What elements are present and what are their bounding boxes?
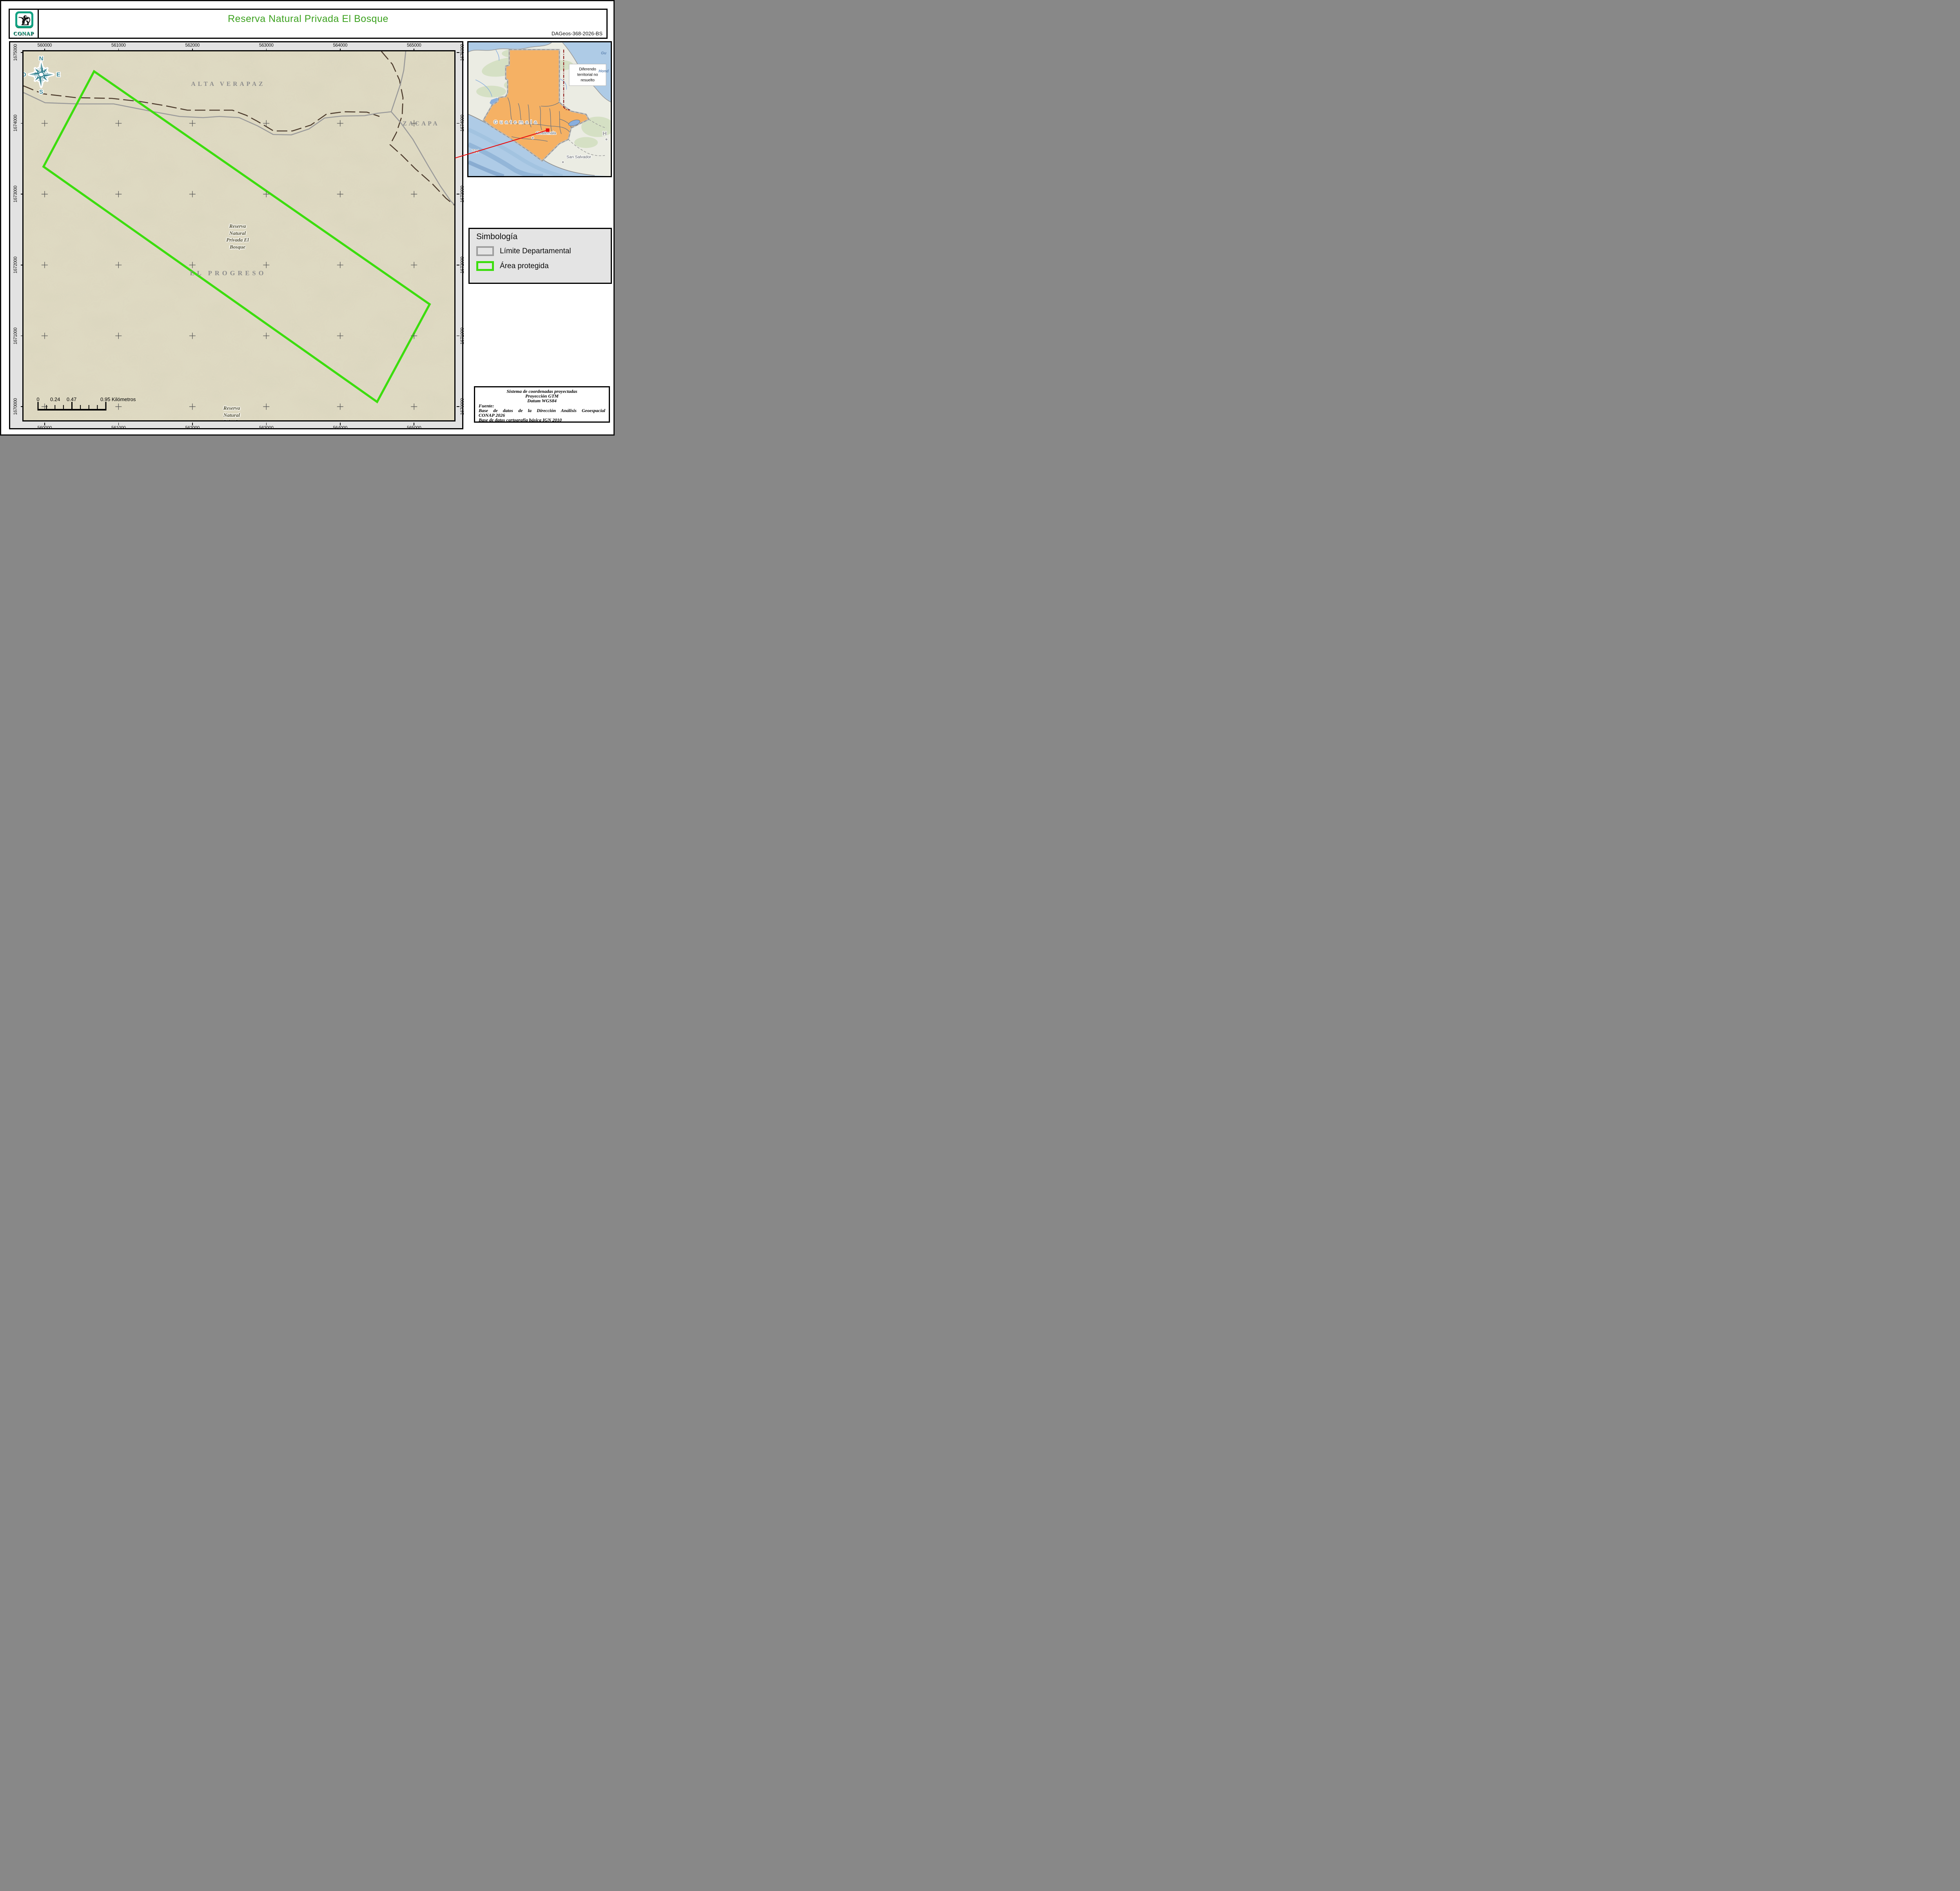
axis-tick-right — [457, 52, 459, 53]
legend-title: Simbología — [476, 232, 518, 241]
compass-s-label: S — [39, 89, 43, 95]
map-canvas: N E S O ALTA VERAPAZ ZACAPA EL PROGRESO … — [22, 50, 456, 421]
legend-swatch — [476, 261, 494, 271]
legend-item-label: Límite Departamental — [500, 247, 571, 255]
axis-label-x: 562000 — [185, 426, 200, 431]
axis-label-x: 560000 — [37, 426, 52, 431]
header: CONAP Reserva Natural Privada El Bosque … — [9, 9, 608, 39]
axis-label-x: 560000 — [37, 43, 52, 48]
inset-map: Diferendo territorial no resuelto Guatem… — [467, 41, 612, 177]
axis-label-x: 565000 — [407, 426, 421, 431]
axis-label-x: 565000 — [407, 43, 421, 48]
axis-label-y: 1675000 — [13, 44, 18, 61]
inset-country-label: Guatemala — [494, 119, 539, 125]
inset-road-number: 721 — [472, 149, 479, 154]
scale-bar-value: 0.24 — [50, 396, 60, 402]
compass-star — [27, 61, 55, 88]
axis-tick-top — [266, 49, 267, 51]
credits-line: Datum WGS84 — [527, 398, 557, 404]
inset-water-label-1: Gu — [601, 51, 606, 56]
axis-tick-right — [457, 123, 459, 124]
axis-label-y: 1674000 — [13, 115, 18, 132]
axis-label-y: 1674000 — [460, 115, 465, 132]
axis-tick-left — [21, 406, 24, 407]
compass-rose-icon: N E S O — [22, 54, 61, 95]
department-label-zacapa: ZACAPA — [403, 120, 439, 127]
legend-item: Área protegida — [476, 261, 549, 271]
inset-water-label-2: Hond — [599, 69, 609, 74]
map-frame: N E S O ALTA VERAPAZ ZACAPA EL PROGRESO … — [9, 41, 465, 431]
credits-line: Base de datos cartografía básica IGN 201… — [479, 417, 562, 423]
axis-label-x: 564000 — [333, 426, 348, 431]
department-label-alta-verapaz: ALTA VERAPAZ — [191, 81, 265, 87]
map-sheet: CONAP Reserva Natural Privada El Bosque … — [0, 0, 615, 436]
credits-box: Sistema de coordenadas proyectadas Proyec… — [474, 386, 610, 423]
axis-label-y: 1670000 — [460, 398, 465, 415]
inset-city-guatemala: Guatemala — [536, 131, 556, 136]
department-label-el-progreso: EL PROGRESO — [190, 269, 267, 277]
axis-tick-bottom — [192, 423, 193, 425]
compass-o-label: O — [22, 71, 26, 78]
scale-bar-value: 0 — [36, 396, 40, 402]
legend-item: Límite Departamental — [476, 246, 571, 256]
inset-honduras-partial: H o — [603, 131, 611, 137]
axis-tick-left — [21, 52, 24, 53]
compass-n-label: N — [39, 55, 44, 62]
legend-item-label: Área protegida — [500, 262, 549, 270]
scale-bar-end-value: 0.95 Kilómetros — [100, 396, 136, 402]
axis-label-y: 1672000 — [460, 256, 465, 274]
axis-tick-left — [21, 123, 24, 124]
svg-text:Diferendo: Diferendo — [579, 67, 596, 72]
conap-wordmark: CONAP — [13, 31, 34, 36]
axis-tick-bottom — [118, 423, 119, 425]
axis-label-x: 564000 — [333, 43, 348, 48]
axis-label-y: 1671000 — [460, 327, 465, 344]
inset-city-san-salvador: San Salvador — [566, 155, 592, 160]
legend-swatch — [476, 246, 494, 256]
axis-tick-top — [44, 49, 45, 51]
axis-tick-bottom — [44, 423, 45, 425]
axis-tick-top — [340, 49, 341, 51]
page-title: Reserva Natural Privada El Bosque — [228, 13, 388, 24]
legend: Simbología Límite Departamental Área prot… — [468, 228, 612, 284]
axis-tick-bottom — [340, 423, 341, 425]
svg-text:territorial no: territorial no — [577, 73, 598, 77]
reserve-name-label: Reserva Natural Privada El Bosque — [226, 223, 249, 250]
axis-label-x: 561000 — [111, 43, 126, 48]
axis-label-x: 563000 — [259, 43, 274, 48]
axis-tick-bottom — [266, 423, 267, 425]
axis-label-x: 562000 — [185, 43, 200, 48]
reserve-name-label-clipped: ReservaNaturalPrivada — [223, 405, 240, 420]
axis-label-x: 563000 — [259, 426, 274, 431]
axis-tick-top — [192, 49, 193, 51]
axis-label-y: 1673000 — [13, 185, 18, 203]
axis-tick-top — [118, 49, 119, 51]
axis-label-x: 561000 — [111, 426, 126, 431]
scale-bar-value: 0.47 — [66, 396, 77, 402]
svg-text:resuelto: resuelto — [581, 78, 595, 83]
credits-line: Fuente: — [479, 403, 494, 409]
document-code: DAGeos-368-2026-BS — [551, 31, 603, 36]
axis-label-y: 1675000 — [460, 44, 465, 61]
compass-e-label: E — [56, 71, 60, 78]
axis-label-y: 1670000 — [13, 398, 18, 415]
axis-label-y: 1671000 — [13, 327, 18, 344]
axis-tick-right — [457, 406, 459, 407]
axis-label-y: 1673000 — [460, 185, 465, 203]
axis-label-y: 1672000 — [13, 256, 18, 274]
inset-note-box: Diferendo territorial no resuelto — [569, 64, 606, 86]
